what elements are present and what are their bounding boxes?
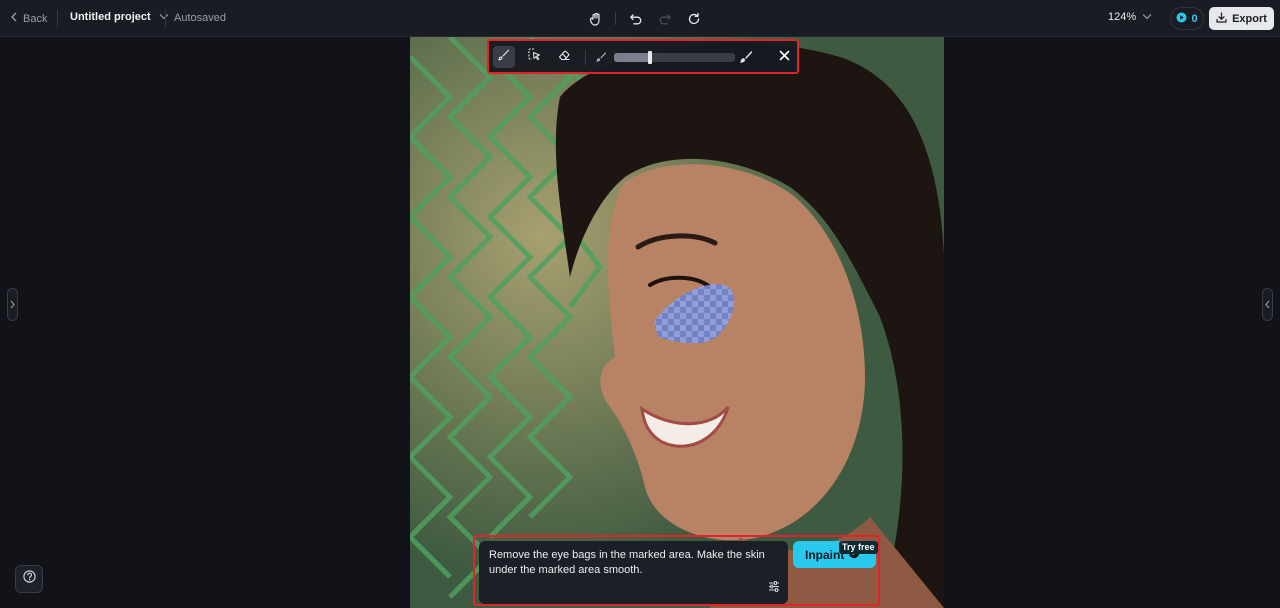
eraser-tool-button[interactable] — [553, 46, 575, 68]
photo-illustration — [410, 37, 944, 608]
close-icon — [779, 48, 790, 66]
help-button[interactable] — [15, 565, 43, 593]
divider — [585, 50, 586, 65]
brush-icon — [498, 48, 510, 66]
chevron-left-icon — [10, 12, 18, 25]
canvas-tools — [586, 9, 703, 28]
redo-icon[interactable] — [655, 9, 674, 28]
right-panel-toggle[interactable] — [1262, 288, 1273, 321]
smart-select-icon — [527, 48, 541, 66]
undo-icon[interactable] — [626, 9, 645, 28]
left-panel-toggle[interactable] — [7, 288, 18, 321]
question-icon — [22, 570, 36, 588]
save-status: Autosaved — [174, 12, 226, 24]
brush-tool-button[interactable] — [493, 46, 515, 68]
brush-size-small-icon — [590, 46, 612, 68]
export-button[interactable]: Export — [1209, 7, 1274, 30]
brush-size-fill — [614, 53, 651, 62]
project-name: Untitled project — [70, 11, 151, 23]
brush-size-thumb[interactable] — [648, 51, 653, 64]
credits-button[interactable]: 0 — [1170, 7, 1204, 30]
try-free-badge: Try free — [839, 541, 878, 554]
top-bar: Back Untitled project Autosaved 124% 0 E… — [0, 0, 1280, 37]
zoom-level: 124% — [1108, 11, 1137, 23]
hand-pan-icon[interactable] — [586, 9, 605, 28]
eraser-icon — [558, 48, 571, 66]
chevron-left-icon — [1265, 296, 1270, 314]
chevron-down-icon — [1142, 11, 1152, 23]
brush-size-slider[interactable] — [614, 51, 735, 64]
brush-size-large-icon — [735, 46, 757, 68]
back-button[interactable]: Back — [10, 10, 47, 27]
chevron-down-icon — [159, 11, 169, 23]
divider — [165, 10, 166, 27]
divider — [57, 10, 58, 27]
download-icon — [1216, 11, 1227, 26]
credit-coin-icon — [1176, 12, 1187, 26]
export-label: Export — [1232, 12, 1267, 25]
brush-toolbar — [487, 39, 799, 74]
inpaint-prompt-panel: Remove the eye bags in the marked area. … — [473, 535, 880, 606]
credits-count: 0 — [1191, 12, 1198, 25]
prompt-text[interactable]: Remove the eye bags in the marked area. … — [489, 548, 779, 578]
close-toolbar-button[interactable] — [773, 46, 795, 68]
refresh-icon[interactable] — [684, 9, 703, 28]
divider — [615, 12, 616, 25]
canvas-photo[interactable] — [410, 37, 944, 608]
prompt-input[interactable]: Remove the eye bags in the marked area. … — [479, 541, 788, 604]
zoom-dropdown[interactable]: 124% — [1108, 11, 1152, 23]
project-name-dropdown[interactable]: Untitled project — [70, 11, 169, 23]
back-label: Back — [23, 12, 48, 25]
smart-select-tool-button[interactable] — [523, 46, 545, 68]
chevron-right-icon — [10, 296, 15, 314]
sliders-settings-icon[interactable] — [768, 579, 780, 597]
